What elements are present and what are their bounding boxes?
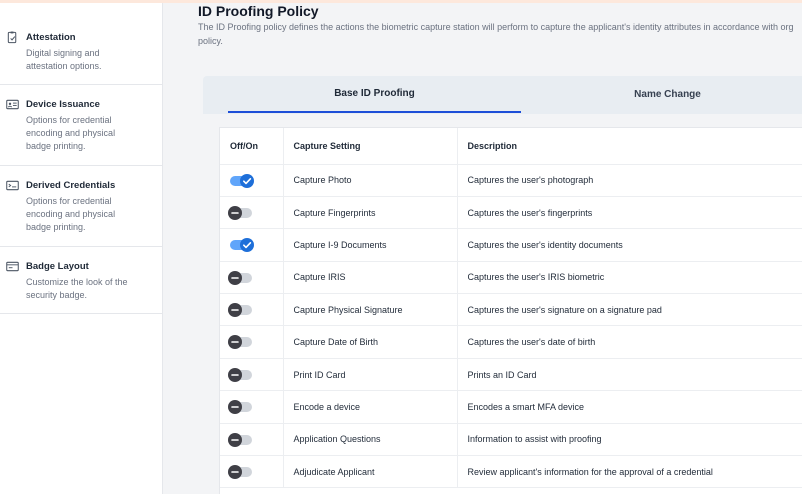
toggle-cell xyxy=(220,196,284,230)
capture-setting-cell: Adjudicate Applicant xyxy=(283,455,458,489)
minus-icon xyxy=(228,335,242,350)
page-description: The ID Proofing policy defines the actio… xyxy=(198,22,794,46)
sidebar-item-title: Badge Layout xyxy=(26,261,89,272)
table-row: Print ID Card Prints an ID Card xyxy=(220,358,802,392)
description-cell: Captures the user's fingerprints xyxy=(457,196,802,230)
table-row: Capture Photo Captures the user's photogr… xyxy=(220,164,802,197)
toggle-switch[interactable] xyxy=(228,270,252,285)
description-cell: Encodes a smart MFA device xyxy=(457,390,802,424)
checkmark-icon xyxy=(240,173,254,188)
toggle-cell xyxy=(220,164,284,197)
toggle-switch[interactable] xyxy=(228,367,252,382)
minus-icon xyxy=(228,400,242,415)
tab-bar: Base ID Proofing Name Change xyxy=(203,76,802,114)
capture-setting-cell: Application Questions xyxy=(283,423,458,457)
sidebar: Attestation Digital signing and attestat… xyxy=(0,3,163,494)
column-header-capture-setting: Capture Setting xyxy=(283,128,458,165)
description-cell: Information to assist with proofing xyxy=(457,423,802,457)
page-title: ID Proofing Policy xyxy=(198,3,319,19)
minus-icon xyxy=(228,205,242,220)
toggle-cell xyxy=(220,423,284,457)
column-header-description: Description xyxy=(457,128,802,165)
table-header-row: Off/On Capture Setting Description xyxy=(220,128,802,165)
table-row: Capture Physical Signature Captures the u… xyxy=(220,293,802,327)
toggle-switch[interactable] xyxy=(228,335,252,350)
description-cell: Captures the user's photograph xyxy=(457,164,802,197)
sidebar-item-title: Device Issuance xyxy=(26,99,100,110)
column-header-off-on: Off/On xyxy=(220,128,284,165)
capture-setting-cell: Print ID Card xyxy=(283,358,458,392)
sidebar-item-badge-layout[interactable]: Badge Layout Customize the look of the s… xyxy=(0,247,162,314)
tab-name-change[interactable]: Name Change xyxy=(521,76,802,113)
capture-settings-table: Off/On Capture Setting Description Captu… xyxy=(219,127,802,494)
sidebar-item-desc: Options for credential encoding and phys… xyxy=(26,196,116,232)
capture-setting-cell: Capture Date of Birth xyxy=(283,325,458,359)
table-row: Capture I-9 Documents Captures the user's… xyxy=(220,228,802,262)
table-row: Application Questions Information to assi… xyxy=(220,423,802,457)
sidebar-item-title: Attestation xyxy=(26,32,76,43)
minus-icon xyxy=(228,432,242,447)
toggle-switch[interactable] xyxy=(228,205,252,220)
toggle-cell xyxy=(220,358,284,392)
toggle-switch[interactable] xyxy=(228,432,252,447)
description-cell: Prints an ID Card xyxy=(457,358,802,392)
toggle-switch[interactable] xyxy=(230,238,254,253)
badge-layout-icon xyxy=(6,261,19,272)
sidebar-item-device-issuance[interactable]: Device Issuance Options for credential e… xyxy=(0,85,162,166)
description-cell: Captures the user's date of birth xyxy=(457,325,802,359)
toggle-switch[interactable] xyxy=(230,173,254,188)
table-row: Encode a device Encodes a smart MFA devic… xyxy=(220,390,802,424)
sidebar-item-attestation[interactable]: Attestation Digital signing and attestat… xyxy=(0,3,162,85)
toggle-switch[interactable] xyxy=(228,303,252,318)
toggle-switch[interactable] xyxy=(228,465,252,480)
description-cell: Captures the user's signature on a signa… xyxy=(457,293,802,327)
capture-setting-cell: Encode a device xyxy=(283,390,458,424)
toggle-cell xyxy=(220,325,284,359)
toggle-cell xyxy=(220,390,284,424)
capture-setting-cell: Capture Fingerprints xyxy=(283,196,458,230)
toggle-cell xyxy=(220,293,284,327)
minus-icon xyxy=(228,367,242,382)
derived-credential-icon xyxy=(6,180,19,191)
capture-setting-cell: Capture Physical Signature xyxy=(283,293,458,327)
minus-icon xyxy=(228,270,242,285)
description-cell: Review applicant's information for the a… xyxy=(457,455,802,489)
capture-setting-cell: Capture Photo xyxy=(283,164,458,197)
sidebar-item-desc: Digital signing and attestation options. xyxy=(26,48,102,71)
toggle-switch[interactable] xyxy=(228,400,252,415)
table-row: Capture IRIS Captures the user's IRIS bio… xyxy=(220,261,802,295)
toggle-cell xyxy=(220,455,284,489)
table-row: Adjudicate Applicant Review applicant's i… xyxy=(220,455,802,489)
capture-setting-cell: Capture I-9 Documents xyxy=(283,228,458,262)
description-cell: Captures the user's IRIS biometric xyxy=(457,261,802,295)
checkmark-icon xyxy=(240,238,254,253)
capture-setting-cell: Capture IRIS xyxy=(283,261,458,295)
sidebar-item-title: Derived Credentials xyxy=(26,180,116,191)
id-card-icon xyxy=(6,99,19,110)
toggle-cell xyxy=(220,228,284,262)
sidebar-item-desc: Customize the look of the security badge… xyxy=(26,277,128,300)
minus-icon xyxy=(228,465,242,480)
table-row: Capture Fingerprints Captures the user's … xyxy=(220,196,802,230)
tab-base-id-proofing[interactable]: Base ID Proofing xyxy=(228,76,521,113)
attestation-icon xyxy=(7,31,17,44)
sidebar-item-desc: Options for credential encoding and phys… xyxy=(26,115,116,151)
minus-icon xyxy=(228,303,242,318)
table-row: Capture Date of Birth Captures the user's… xyxy=(220,325,802,359)
toggle-cell xyxy=(220,261,284,295)
sidebar-item-derived-credentials[interactable]: Derived Credentials Options for credenti… xyxy=(0,166,162,247)
description-cell: Captures the user's identity documents xyxy=(457,228,802,262)
